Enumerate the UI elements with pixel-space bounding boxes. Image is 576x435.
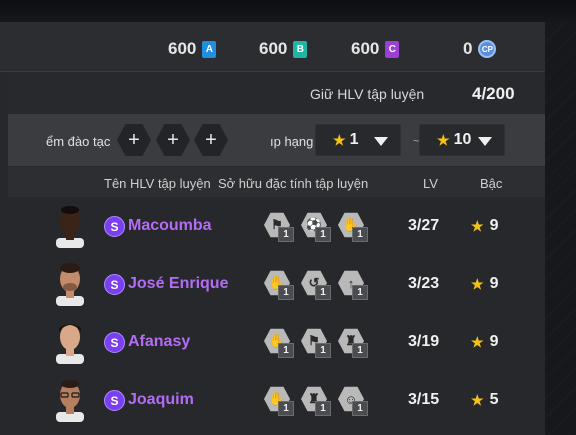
avatar [52,320,88,364]
coach-grade-value: 9 [489,217,499,234]
coach-grade-value: 9 [489,275,499,292]
chevron-down-icon [478,137,492,146]
rank-max-select[interactable]: ★ 10 [419,124,505,156]
trait-level: 1 [278,343,294,358]
coach-name: José Enrique [128,275,229,292]
hold-coaches-row: Giữ HLV tập luyện 4/200 [8,73,545,113]
currency-bar: 600 A 600 B 600 C 0 CP [0,22,545,72]
trait-slot[interactable]: ⚑ 1 [264,212,296,244]
special-coach-badge: S [104,390,125,411]
coach-grade-value: 5 [489,391,499,408]
chevron-down-icon [374,137,388,146]
cp-coin-icon: CP [478,40,497,58]
star-icon: ★ [471,275,484,292]
currency-cp: 0 CP [463,39,497,59]
training-skill-filter-label: ểm đào tạc [46,134,111,149]
trait-level: 1 [352,343,368,358]
trait-slot[interactable]: ✋ 1 [338,212,370,244]
table-row[interactable]: S Afanasy ✋ 1 ⚑ 1 ♜ 1 3/19 ★ 9 [8,314,545,371]
special-coach-badge: S [104,332,125,353]
coach-grade: ★ 9 [471,217,498,235]
coach-level: 3/15 [408,391,440,408]
currency-cp-amount: 0 [463,39,473,58]
currency-b: 600 B [259,39,308,59]
b-point-icon: B [293,40,308,58]
trait-slot[interactable]: ✋ 1 [264,270,296,302]
coach-grade: ★ 9 [471,333,498,351]
trait-slot[interactable]: ✋ 1 [264,328,296,360]
currency-c-amount: 600 [351,39,380,58]
plus-icon: + [167,128,179,151]
hold-coaches-count: 4/200 [472,84,515,103]
trait-level: 1 [315,401,331,416]
trait-level: 1 [315,285,331,300]
table-row[interactable]: S José Enrique ✋ 1 ↺ 1 ↑ 1 3/23 ★ 9 [8,256,545,313]
rank-max-value: 10 [453,131,472,148]
coach-grade: ★ 5 [471,391,498,409]
currency-b-amount: 600 [259,39,288,58]
avatar [52,262,88,306]
coach-grade-value: 9 [489,333,499,350]
coach-grade: ★ 9 [471,275,498,293]
coach-name: Macoumba [128,217,212,234]
avatar [52,204,88,248]
avatar [52,378,88,422]
trait-level: 1 [315,343,331,358]
star-icon: ★ [437,131,450,148]
star-icon: ★ [471,391,484,408]
coach-level: 3/27 [408,217,440,234]
star-icon: ★ [471,333,484,350]
currency-a-amount: 600 [168,39,197,58]
trait-slot[interactable]: ♜ 1 [338,328,370,360]
trait-level: 1 [352,401,368,416]
currency-c: 600 C [351,39,400,59]
top-band [0,0,576,22]
right-backdrop [545,22,576,435]
trait-level: 1 [278,227,294,242]
coach-level: 3/19 [408,333,440,350]
filter-row: ểm đào tạc + + + ıp hạng ★ 1 ~ ★ 10 [8,114,545,166]
add-skill-slot-2[interactable]: + [156,124,190,156]
trait-slot[interactable]: ✋ 1 [264,386,296,418]
trait-level: 1 [352,285,368,300]
rank-min-select[interactable]: ★ 1 [315,124,401,156]
trait-level: 1 [278,401,294,416]
coach-level: 3/23 [408,275,440,292]
add-skill-slot-3[interactable]: + [194,124,228,156]
trait-slot[interactable]: ⚽ 1 [301,212,333,244]
trait-slot[interactable]: ↺ 1 [301,270,333,302]
rank-min-value: 1 [349,131,359,148]
header-grade[interactable]: Bậc [480,176,502,191]
trait-level: 1 [278,285,294,300]
special-coach-badge: S [104,216,125,237]
star-icon: ★ [471,217,484,234]
c-point-icon: C [385,40,400,58]
trait-level: 1 [352,227,368,242]
star-icon: ★ [333,131,346,148]
add-skill-slot-1[interactable]: + [117,124,151,156]
rank-filter-label: ıp hạng [270,134,314,149]
trait-slot[interactable]: ☺ 1 [338,386,370,418]
coach-name: Joaquim [128,391,194,408]
table-header: Tên HLV tập luyện Sở hữu đặc tính tập lu… [8,167,545,197]
currency-a: 600 A [168,39,217,59]
coach-name: Afanasy [128,333,191,350]
trait-slot[interactable]: ↑ 1 [338,270,370,302]
plus-icon: + [128,128,140,151]
a-point-icon: A [202,40,217,58]
trait-level: 1 [315,227,331,242]
header-lv[interactable]: LV [423,176,438,191]
table-row[interactable]: S Macoumba ⚑ 1 ⚽ 1 ✋ 1 3/27 ★ 9 [8,198,545,255]
hold-coaches-label: Giữ HLV tập luyện [310,86,425,102]
header-coach-name[interactable]: Tên HLV tập luyện [104,176,211,191]
trait-slot[interactable]: ♜ 1 [301,386,333,418]
header-training-traits[interactable]: Sở hữu đặc tính tập luyện [218,176,368,191]
special-coach-badge: S [104,274,125,295]
table-row[interactable]: S Joaquim ✋ 1 ♜ 1 ☺ 1 3/15 ★ 5 [8,372,545,429]
plus-icon: + [205,128,217,151]
trait-slot[interactable]: ⚑ 1 [301,328,333,360]
